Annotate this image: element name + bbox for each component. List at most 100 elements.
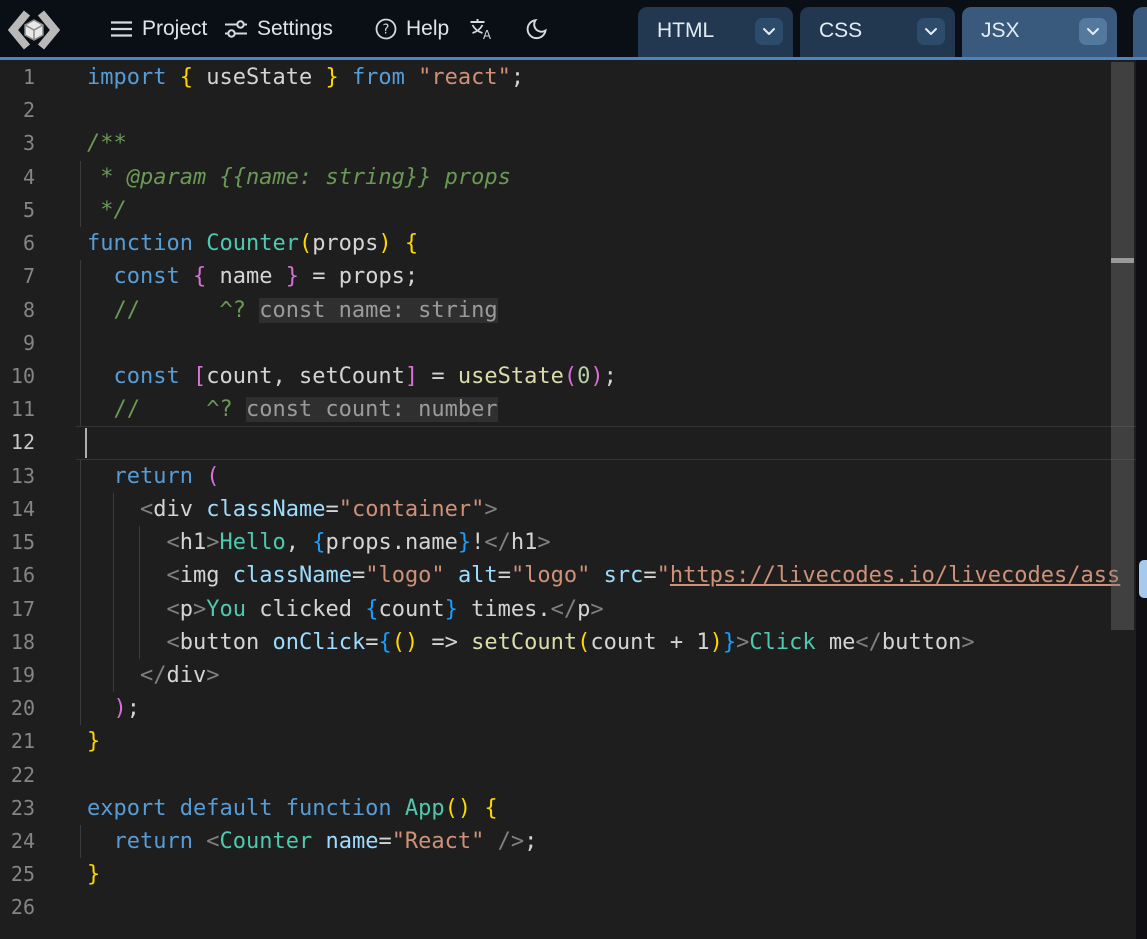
code-line[interactable]: 2 bbox=[0, 94, 1136, 127]
code-text: export default function App() { bbox=[87, 792, 498, 825]
code-token: function bbox=[87, 231, 193, 256]
code-line[interactable]: 12 bbox=[0, 426, 1136, 459]
code-line[interactable]: 18 <button onClick={() => setCount(count… bbox=[0, 626, 1136, 659]
html-dropdown-button[interactable] bbox=[755, 18, 783, 45]
code-token: { bbox=[180, 65, 193, 90]
indent-guide bbox=[113, 493, 114, 526]
tab-css[interactable]: CSS bbox=[800, 7, 955, 57]
line-number[interactable]: 11 bbox=[0, 393, 35, 426]
line-number[interactable]: 2 bbox=[0, 94, 35, 127]
code-editor[interactable]: 1import { useState } from "react";23/**4… bbox=[0, 60, 1147, 939]
css-dropdown-button[interactable] bbox=[917, 18, 945, 45]
line-number[interactable]: 9 bbox=[0, 327, 35, 360]
line-number[interactable]: 4 bbox=[0, 161, 35, 194]
line-number[interactable]: 14 bbox=[0, 493, 35, 526]
line-number[interactable]: 7 bbox=[0, 260, 35, 293]
line-number[interactable]: 21 bbox=[0, 725, 35, 758]
indent-guide bbox=[80, 260, 81, 293]
partial-tab[interactable] bbox=[1133, 7, 1147, 57]
line-number[interactable]: 12 bbox=[0, 426, 35, 459]
line-number[interactable]: 19 bbox=[0, 659, 35, 692]
translate-button[interactable]: A bbox=[468, 0, 494, 57]
indent-guide bbox=[80, 593, 81, 626]
svg-text:?: ? bbox=[383, 22, 390, 37]
code-token: < bbox=[166, 563, 179, 588]
code-token: default bbox=[180, 796, 273, 821]
code-line[interactable]: 7 const { name } = props; bbox=[0, 260, 1136, 293]
code-token bbox=[312, 829, 325, 854]
code-token: const name: string bbox=[259, 298, 497, 323]
code-line[interactable]: 3/** bbox=[0, 127, 1136, 160]
tab-html[interactable]: HTML bbox=[638, 7, 793, 57]
help-menu-label: Help bbox=[406, 17, 449, 41]
code-line[interactable]: 15 <h1>Hello, {props.name}!</h1> bbox=[0, 526, 1136, 559]
code-line[interactable]: 14 <div className="container"> bbox=[0, 493, 1136, 526]
line-number[interactable]: 18 bbox=[0, 626, 35, 659]
settings-menu-button[interactable]: Settings bbox=[224, 0, 333, 57]
line-number[interactable]: 26 bbox=[0, 891, 35, 924]
line-number[interactable]: 1 bbox=[0, 61, 35, 94]
code-line[interactable]: 24 return <Counter name="React" />; bbox=[0, 825, 1136, 858]
code-line[interactable]: 17 <p>You clicked {count} times.</p> bbox=[0, 593, 1136, 626]
line-number[interactable]: 5 bbox=[0, 194, 35, 227]
line-number[interactable]: 8 bbox=[0, 294, 35, 327]
help-menu-button[interactable]: ? Help bbox=[375, 0, 449, 57]
code-area[interactable]: 1import { useState } from "react";23/**4… bbox=[0, 61, 1136, 925]
code-token bbox=[166, 796, 179, 821]
code-line[interactable]: 22 bbox=[0, 759, 1136, 792]
code-line[interactable]: 5 */ bbox=[0, 194, 1136, 227]
code-line[interactable]: 6function Counter(props) { bbox=[0, 227, 1136, 260]
code-token: 0 bbox=[577, 364, 590, 389]
code-line[interactable]: 21} bbox=[0, 725, 1136, 758]
splitter-handle[interactable] bbox=[1139, 560, 1147, 598]
line-number[interactable]: 15 bbox=[0, 526, 35, 559]
code-line[interactable]: 9 bbox=[0, 327, 1136, 360]
line-number[interactable]: 6 bbox=[0, 227, 35, 260]
code-line[interactable]: 20 ); bbox=[0, 692, 1136, 725]
code-token: Hello bbox=[219, 530, 285, 555]
vertical-scrollbar-thumb[interactable] bbox=[1111, 62, 1134, 630]
dark-mode-button[interactable] bbox=[525, 0, 549, 57]
code-token: alt bbox=[458, 563, 498, 588]
jsx-dropdown-button[interactable] bbox=[1079, 18, 1107, 45]
code-token: Counter bbox=[219, 829, 312, 854]
indent-guide bbox=[113, 659, 114, 692]
line-number[interactable]: 20 bbox=[0, 692, 35, 725]
indent-guide bbox=[80, 493, 81, 526]
line-number[interactable]: 22 bbox=[0, 759, 35, 792]
code-line[interactable]: 26 bbox=[0, 891, 1136, 924]
code-line[interactable]: 13 return ( bbox=[0, 460, 1136, 493]
line-number[interactable]: 13 bbox=[0, 460, 35, 493]
code-line[interactable]: 4 * @param {{name: string}} props bbox=[0, 161, 1136, 194]
code-token: = bbox=[418, 364, 458, 389]
livecodes-logo-icon[interactable] bbox=[6, 8, 62, 52]
code-token: ; bbox=[524, 829, 537, 854]
code-token: } bbox=[87, 862, 100, 887]
sliders-icon bbox=[224, 19, 248, 39]
line-number[interactable]: 25 bbox=[0, 858, 35, 891]
line-number[interactable]: 23 bbox=[0, 792, 35, 825]
line-number[interactable]: 24 bbox=[0, 825, 35, 858]
code-line[interactable]: 25} bbox=[0, 858, 1136, 891]
line-number[interactable]: 3 bbox=[0, 127, 35, 160]
code-token: props bbox=[312, 231, 378, 256]
code-line[interactable]: 8 // ^? const name: string bbox=[0, 294, 1136, 327]
code-line[interactable]: 16 <img className="logo" alt="logo" src=… bbox=[0, 559, 1136, 592]
code-token: const bbox=[114, 264, 180, 289]
code-text: return ( bbox=[87, 460, 219, 493]
line-number[interactable]: 10 bbox=[0, 360, 35, 393]
tab-jsx[interactable]: JSX bbox=[962, 7, 1117, 57]
line-number[interactable]: 17 bbox=[0, 593, 35, 626]
code-token: > bbox=[537, 530, 550, 555]
code-line[interactable]: 23 export default function App() { bbox=[0, 792, 1136, 825]
code-token: ( bbox=[299, 231, 312, 256]
line-number[interactable]: 16 bbox=[0, 559, 35, 592]
project-menu-button[interactable]: Project bbox=[110, 0, 207, 57]
code-token: "logo" bbox=[511, 563, 590, 588]
code-line[interactable]: 10 const [count, setCount] = useState(0)… bbox=[0, 360, 1136, 393]
url-link[interactable]: https://livecodes.io/livecodes/ass bbox=[670, 563, 1120, 588]
code-line[interactable]: 19 </div> bbox=[0, 659, 1136, 692]
code-line[interactable]: 11 // ^? const count: number bbox=[0, 393, 1136, 426]
code-line[interactable]: 1import { useState } from "react"; bbox=[0, 61, 1136, 94]
code-text: </div> bbox=[87, 659, 219, 692]
